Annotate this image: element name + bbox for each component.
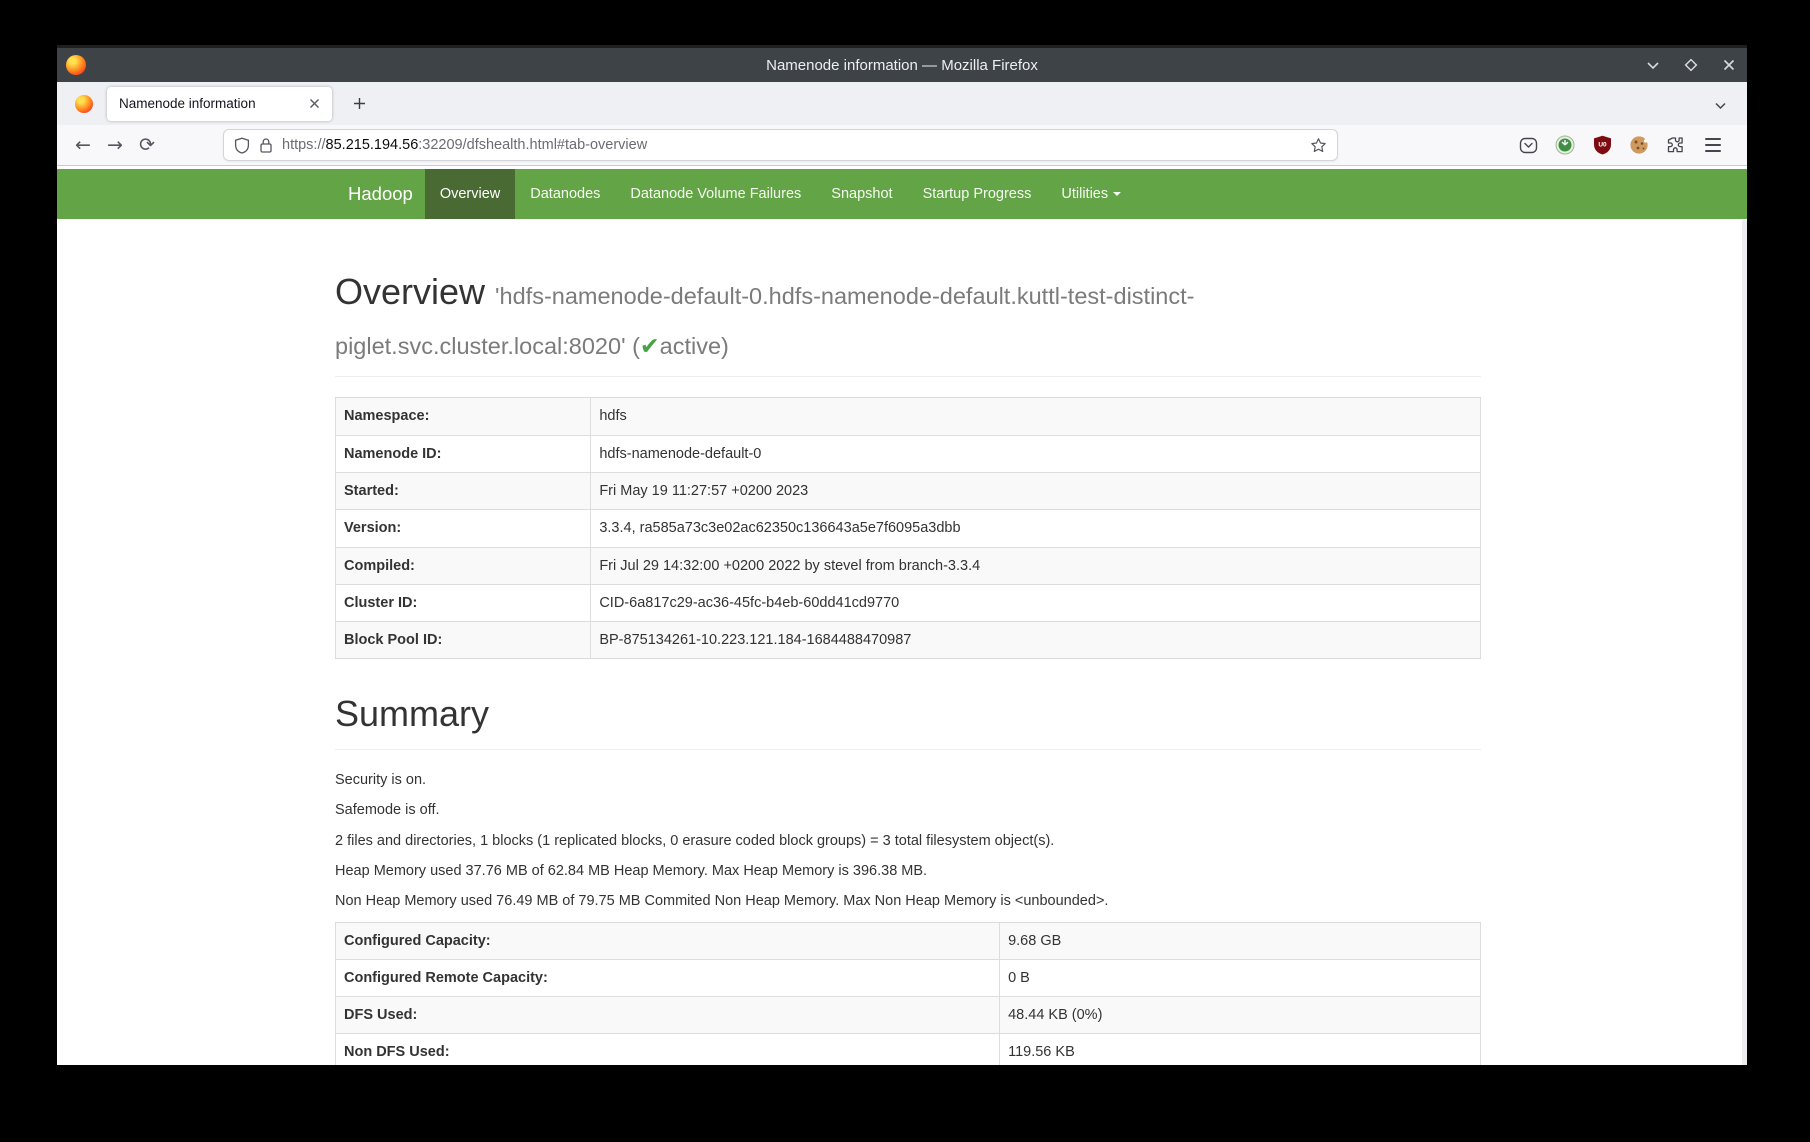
table-row: DFS Used:48.44 KB (0%) <box>336 997 1481 1034</box>
cookie-icon[interactable] <box>1629 135 1649 155</box>
maximize-icon[interactable] <box>1683 57 1699 73</box>
namenode-info-table: Namespace:hdfs Namenode ID:hdfs-namenode… <box>335 397 1481 659</box>
firefox-window: Namenode information — Mozilla Firefox N… <box>57 45 1747 1065</box>
firefox-icon <box>66 55 86 80</box>
nav-item-snapshot[interactable]: Snapshot <box>816 169 907 219</box>
check-icon: ✔ <box>640 332 660 360</box>
table-row: Started:Fri May 19 11:27:57 +0200 2023 <box>336 472 1481 509</box>
summary-line: Heap Memory used 37.76 MB of 62.84 MB He… <box>335 861 1481 881</box>
nav-item-datanodes[interactable]: Datanodes <box>515 169 615 219</box>
page-viewport: Hadoop Overview Datanodes Datanode Volum… <box>57 166 1747 1065</box>
summary-line: Security is on. <box>335 770 1481 790</box>
window-title: Namenode information — Mozilla Firefox <box>57 57 1747 74</box>
table-row: Namenode ID:hdfs-namenode-default-0 <box>336 435 1481 472</box>
table-row: Configured Capacity:9.68 GB <box>336 922 1481 959</box>
back-icon[interactable]: ← <box>67 130 99 160</box>
summary-line: Safemode is off. <box>335 800 1481 820</box>
nav-item-utilities[interactable]: Utilities <box>1046 169 1136 219</box>
shield-icon[interactable] <box>234 137 250 154</box>
tab-title: Namenode information <box>119 96 304 111</box>
extensions-puzzle-icon[interactable] <box>1666 135 1686 155</box>
chevron-down-icon <box>1113 192 1121 196</box>
nav-item-startup-progress[interactable]: Startup Progress <box>908 169 1047 219</box>
table-row: Non DFS Used:119.56 KB <box>336 1034 1481 1065</box>
url-text: https://85.215.194.56:32209/dfshealth.ht… <box>282 137 1310 153</box>
tab-close-icon[interactable] <box>304 94 324 114</box>
bookmark-star-icon[interactable] <box>1310 137 1327 154</box>
page-title: Overview 'hdfs-namenode-default-0.hdfs-n… <box>335 267 1481 366</box>
url-bar[interactable]: https://85.215.194.56:32209/dfshealth.ht… <box>223 129 1338 161</box>
lock-icon[interactable] <box>259 137 273 154</box>
scrollbar[interactable] <box>1742 220 1747 1065</box>
pocket-icon[interactable] <box>1518 135 1538 155</box>
list-all-tabs-icon[interactable] <box>1707 92 1733 118</box>
summary-line: 2 files and directories, 1 blocks (1 rep… <box>335 831 1481 851</box>
nav-item-datanode-volume-failures[interactable]: Datanode Volume Failures <box>615 169 816 219</box>
navbar-brand[interactable]: Hadoop <box>335 169 425 219</box>
firefox-view-icon[interactable] <box>67 88 101 120</box>
table-row: Version:3.3.4, ra585a73c3e02ac62350c1366… <box>336 510 1481 547</box>
hadoop-navbar: Hadoop Overview Datanodes Datanode Volum… <box>57 169 1747 219</box>
summary-title: Summary <box>335 689 1481 739</box>
minimize-icon[interactable] <box>1645 57 1661 73</box>
forward-icon[interactable]: → <box>99 130 131 160</box>
summary-line: Non Heap Memory used 76.49 MB of 79.75 M… <box>335 891 1481 911</box>
divider <box>335 376 1481 377</box>
title-bar: Namenode information — Mozilla Firefox <box>57 45 1747 82</box>
ublock-icon[interactable]: U0 <box>1592 135 1612 155</box>
browser-toolbar: ← → ⟳ https://85.215.194.56:32209/dfshea… <box>57 125 1747 166</box>
nav-item-overview[interactable]: Overview <box>425 169 515 219</box>
reload-icon[interactable]: ⟳ <box>131 130 163 160</box>
capacity-table: Configured Capacity:9.68 GB Configured R… <box>335 922 1481 1065</box>
divider <box>335 749 1481 750</box>
svg-text:U0: U0 <box>1598 142 1607 149</box>
tab-strip: Namenode information <box>57 82 1747 125</box>
table-row: Namespace:hdfs <box>336 398 1481 435</box>
summary-text: Security is on. Safemode is off. 2 files… <box>335 770 1481 911</box>
table-row: Cluster ID:CID-6a817c29-ac36-45fc-b4eb-6… <box>336 584 1481 621</box>
table-row: Compiled:Fri Jul 29 14:32:00 +0200 2022 … <box>336 547 1481 584</box>
table-row: Block Pool ID:BP-875134261-10.223.121.18… <box>336 622 1481 659</box>
extension-green-icon[interactable] <box>1555 135 1575 155</box>
table-row: Configured Remote Capacity:0 B <box>336 959 1481 996</box>
status-badge: (✔active) <box>632 333 729 359</box>
menu-icon[interactable] <box>1703 135 1723 155</box>
new-tab-icon[interactable] <box>344 89 374 119</box>
tab-namenode-information[interactable]: Namenode information <box>107 87 332 121</box>
close-icon[interactable] <box>1721 57 1737 73</box>
